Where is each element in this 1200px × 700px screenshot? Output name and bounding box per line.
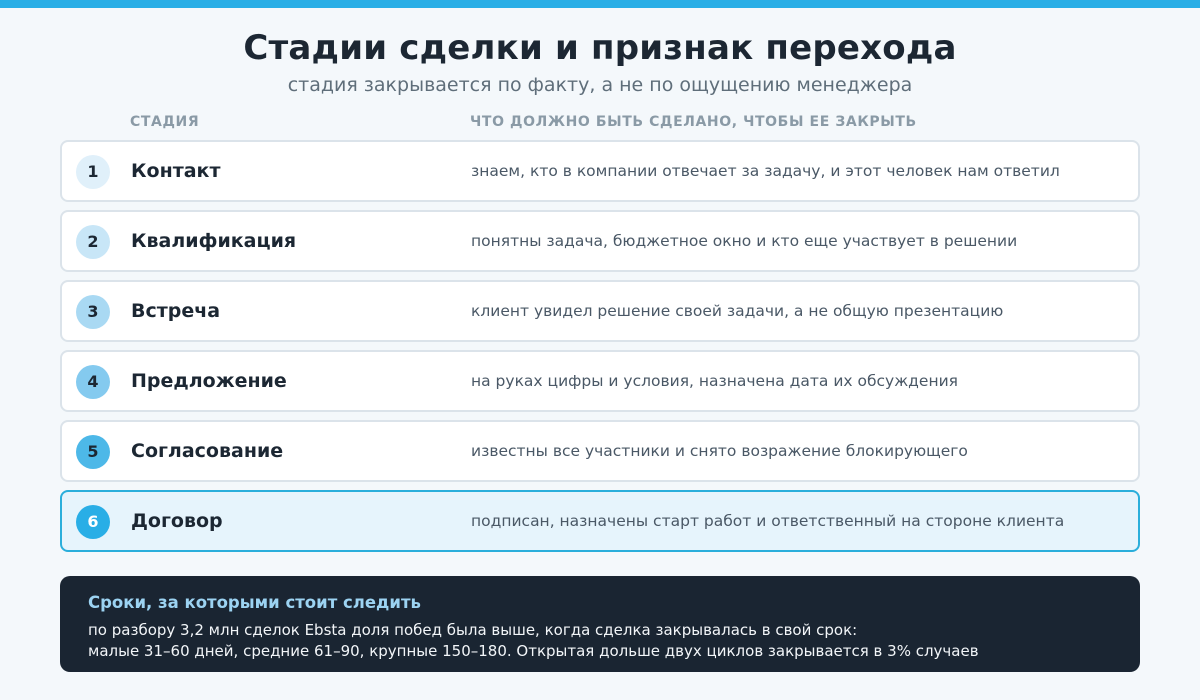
deadlines-note-panel: Сроки, за которыми стоит следить по разб… <box>60 576 1140 672</box>
column-header-stage: СТАДИЯ <box>130 114 200 130</box>
stage-number-badge: 5 <box>76 435 110 469</box>
stage-row-contract: 6 Договор подписан, назначены старт рабо… <box>60 490 1140 552</box>
stage-row-contact: 1 Контакт знаем, кто в компании отвечает… <box>60 140 1140 202</box>
note-title: Сроки, за которыми стоит следить <box>88 593 421 612</box>
stage-number-badge: 3 <box>76 295 110 329</box>
stage-row-proposal: 4 Предложение на руках цифры и условия, … <box>60 350 1140 412</box>
stage-name: Квалификация <box>131 230 297 252</box>
stage-criterion: на руках цифры и условия, назначена дата… <box>471 372 958 390</box>
stage-criterion: подписан, назначены старт работ и ответс… <box>471 512 1065 530</box>
stage-number-badge: 4 <box>76 365 110 399</box>
page-subtitle: стадия закрывается по факту, а не по ощу… <box>287 74 913 96</box>
stage-row-approval: 5 Согласование известны все участники и … <box>60 420 1140 482</box>
stage-row-meeting: 3 Встреча клиент увидел решение своей за… <box>60 280 1140 342</box>
stage-name: Согласование <box>131 440 284 462</box>
stage-number-badge: 6 <box>76 505 110 539</box>
note-text-line-1: по разбору 3,2 млн сделок Ebsta доля поб… <box>88 621 858 639</box>
stage-name: Предложение <box>131 370 287 392</box>
stage-number-badge: 2 <box>76 225 110 259</box>
page-title: Стадии сделки и признак перехода <box>243 28 957 68</box>
stage-name: Встреча <box>131 300 221 322</box>
stage-row-qualification: 2 Квалификация понятны задача, бюджетное… <box>60 210 1140 272</box>
top-accent-bar <box>0 0 1200 8</box>
note-text-line-2: малые 31–60 дней, средние 61–90, крупные… <box>88 642 979 660</box>
column-header-criterion: ЧТО ДОЛЖНО БЫТЬ СДЕЛАНО, ЧТОБЫ ЕЕ ЗАКРЫТ… <box>470 114 917 130</box>
stage-name: Договор <box>131 510 223 532</box>
stage-number-badge: 1 <box>76 155 110 189</box>
stage-criterion: знаем, кто в компании отвечает за задачу… <box>471 162 1060 180</box>
stage-criterion: клиент увидел решение своей задачи, а не… <box>471 302 1004 320</box>
stage-criterion: понятны задача, бюджетное окно и кто еще… <box>471 232 1018 250</box>
stage-name: Контакт <box>131 160 221 182</box>
stage-criterion: известны все участники и снято возражени… <box>471 442 968 460</box>
stages-list: 1 Контакт знаем, кто в компании отвечает… <box>60 140 1140 560</box>
